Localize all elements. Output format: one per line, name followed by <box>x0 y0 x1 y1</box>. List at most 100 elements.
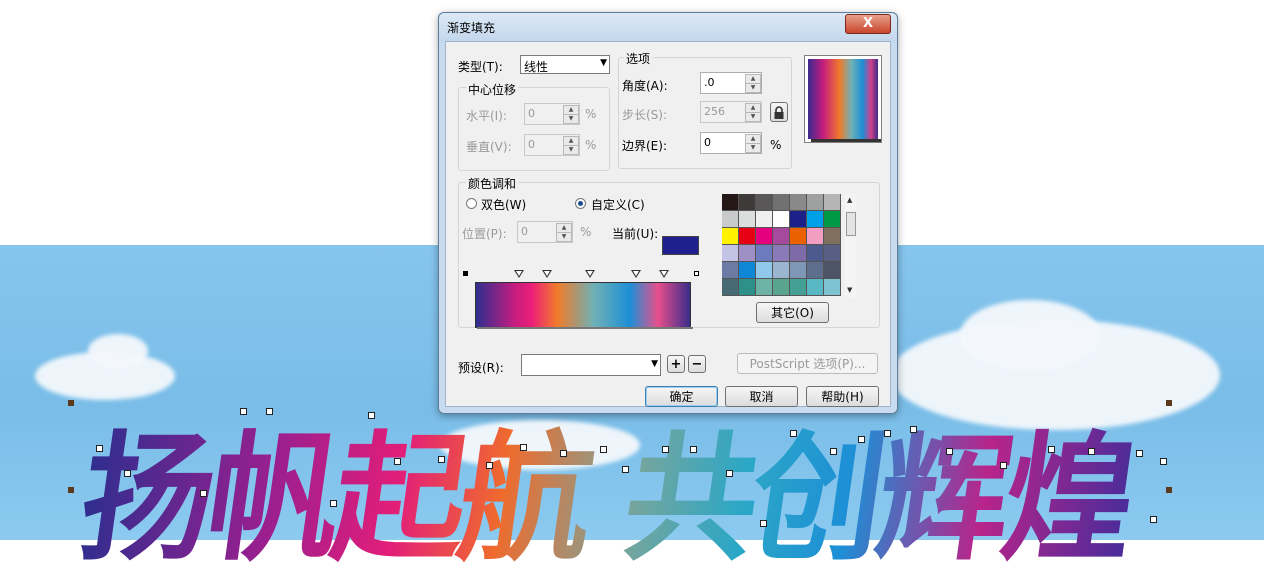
curve-node[interactable] <box>884 430 891 437</box>
color-stop-marker[interactable] <box>631 270 641 278</box>
curve-node[interactable] <box>1088 448 1095 455</box>
curve-node[interactable] <box>1048 446 1055 453</box>
selection-handle[interactable] <box>68 487 74 493</box>
two-color-radio[interactable] <box>466 198 477 209</box>
palette-scrollbar[interactable]: ▲ ▼ <box>845 194 856 298</box>
palette-swatch[interactable] <box>824 245 841 262</box>
palette-swatch[interactable] <box>824 228 841 245</box>
curve-node[interactable] <box>1160 458 1167 465</box>
palette-swatch[interactable] <box>739 245 756 262</box>
palette-swatch[interactable] <box>756 279 773 296</box>
selection-handle[interactable] <box>1166 400 1172 406</box>
custom-radio[interactable] <box>575 198 586 209</box>
palette-swatch[interactable] <box>756 211 773 228</box>
curve-node[interactable] <box>96 445 103 452</box>
palette-swatch[interactable] <box>756 245 773 262</box>
palette-swatch[interactable] <box>824 262 841 279</box>
ok-button[interactable]: 确定 <box>645 386 718 407</box>
curve-node[interactable] <box>622 466 629 473</box>
curve-node[interactable] <box>124 470 131 477</box>
type-select[interactable]: 线性 ▼ <box>520 55 610 74</box>
curve-node[interactable] <box>1136 450 1143 457</box>
selection-handle[interactable] <box>68 400 74 406</box>
palette-swatch[interactable] <box>824 211 841 228</box>
scroll-thumb[interactable] <box>846 212 856 236</box>
remove-preset-button[interactable]: − <box>688 355 706 373</box>
palette-swatch[interactable] <box>773 279 790 296</box>
lock-button[interactable] <box>770 102 788 122</box>
curve-node[interactable] <box>240 408 247 415</box>
palette-swatch[interactable] <box>756 228 773 245</box>
curve-node[interactable] <box>330 500 337 507</box>
curve-node[interactable] <box>394 458 401 465</box>
curve-node[interactable] <box>600 446 607 453</box>
palette-swatch[interactable] <box>790 228 807 245</box>
curve-node[interactable] <box>790 430 797 437</box>
color-stop-marker[interactable] <box>514 270 524 278</box>
spin-down-icon[interactable]: ▼ <box>556 232 572 242</box>
horizontal-field[interactable]: 0 ▲ ▼ <box>524 103 580 125</box>
palette-swatch[interactable] <box>722 194 739 211</box>
scroll-up-icon[interactable]: ▲ <box>847 196 852 204</box>
palette-swatch[interactable] <box>807 279 824 296</box>
palette-swatch[interactable] <box>773 262 790 279</box>
palette-swatch[interactable] <box>739 279 756 296</box>
spin-down-icon[interactable]: ▼ <box>745 143 761 153</box>
palette-swatch[interactable] <box>790 279 807 296</box>
other-colors-button[interactable]: 其它(O) <box>756 302 829 323</box>
palette-swatch[interactable] <box>739 194 756 211</box>
dialog-titlebar[interactable]: 渐变填充 X <box>439 13 897 41</box>
gradient-start-marker[interactable] <box>463 271 468 276</box>
palette-swatch[interactable] <box>790 245 807 262</box>
palette-swatch[interactable] <box>773 245 790 262</box>
position-field[interactable]: 0 ▲ ▼ <box>517 221 573 243</box>
edge-field[interactable]: 0 ▲ ▼ <box>700 132 762 154</box>
selection-handle[interactable] <box>1166 487 1172 493</box>
curve-node[interactable] <box>830 448 837 455</box>
spin-down-icon[interactable]: ▼ <box>563 114 579 124</box>
palette-swatch[interactable] <box>773 211 790 228</box>
palette-swatch[interactable] <box>824 279 841 296</box>
palette-swatch[interactable] <box>739 262 756 279</box>
palette-swatch[interactable] <box>739 211 756 228</box>
palette-swatch[interactable] <box>807 194 824 211</box>
palette-swatch[interactable] <box>756 194 773 211</box>
current-color-swatch[interactable] <box>662 236 699 255</box>
spin-down-icon[interactable]: ▼ <box>563 145 579 155</box>
curve-node[interactable] <box>368 412 375 419</box>
curve-node[interactable] <box>560 450 567 457</box>
palette-swatch[interactable] <box>722 279 739 296</box>
curve-node[interactable] <box>520 444 527 451</box>
curve-node[interactable] <box>858 436 865 443</box>
palette-swatch[interactable] <box>807 211 824 228</box>
help-button[interactable]: 帮助(H) <box>806 386 879 407</box>
add-preset-button[interactable]: + <box>667 355 685 373</box>
palette-swatch[interactable] <box>722 228 739 245</box>
curve-node[interactable] <box>910 426 917 433</box>
palette-swatch[interactable] <box>790 262 807 279</box>
steps-field[interactable]: 256 ▲ ▼ <box>700 101 762 123</box>
color-stop-marker[interactable] <box>659 270 669 278</box>
gradient-artwork-text[interactable]: 扬帆起航 共创辉煌 <box>70 387 1146 588</box>
palette-swatch[interactable] <box>739 228 756 245</box>
curve-node[interactable] <box>486 462 493 469</box>
cancel-button[interactable]: 取消 <box>725 386 798 407</box>
spin-down-icon[interactable]: ▼ <box>745 83 761 93</box>
close-button[interactable]: X <box>845 14 891 34</box>
curve-node[interactable] <box>760 520 767 527</box>
curve-node[interactable] <box>946 448 953 455</box>
spin-down-icon[interactable]: ▼ <box>745 112 761 122</box>
curve-node[interactable] <box>200 490 207 497</box>
palette-swatch[interactable] <box>773 194 790 211</box>
palette-swatch[interactable] <box>773 228 790 245</box>
curve-node[interactable] <box>690 446 697 453</box>
palette-swatch[interactable] <box>790 194 807 211</box>
curve-node[interactable] <box>438 456 445 463</box>
color-stop-marker[interactable] <box>542 270 552 278</box>
angle-field[interactable]: .0 ▲ ▼ <box>700 72 762 94</box>
curve-node[interactable] <box>1150 516 1157 523</box>
vertical-field[interactable]: 0 ▲ ▼ <box>524 134 580 156</box>
curve-node[interactable] <box>266 408 273 415</box>
palette-swatch[interactable] <box>824 194 841 211</box>
palette-swatch[interactable] <box>807 245 824 262</box>
